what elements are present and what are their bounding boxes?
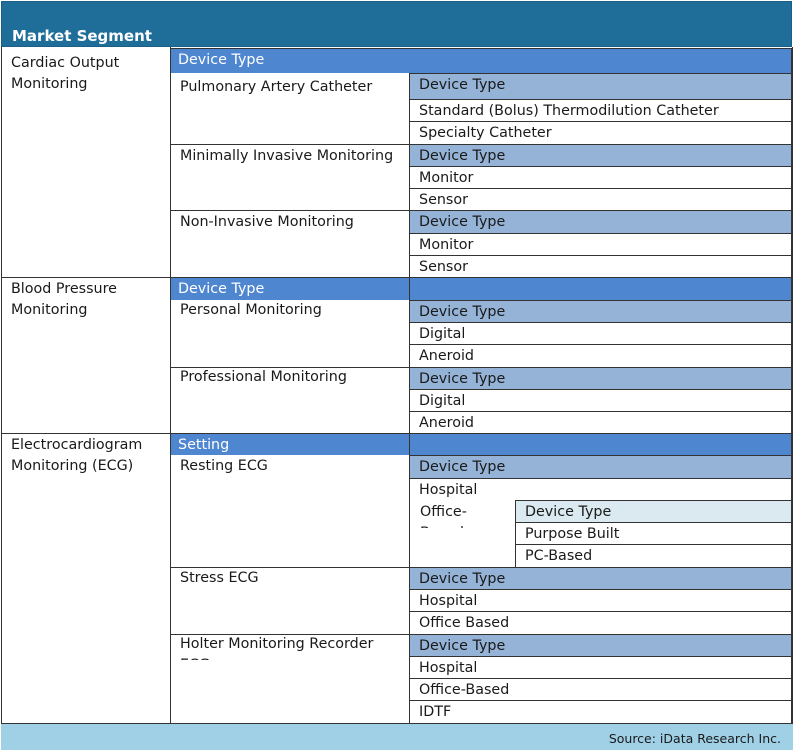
device-type-header: Device Type: [410, 300, 792, 322]
section-label-cardiac-output: Cardiac Output Monitoring: [11, 55, 120, 92]
list-item: Hospital: [410, 478, 792, 500]
subsegment-label: Non-Invasive Monitoring: [180, 214, 354, 230]
subsegment-divider: [170, 144, 410, 145]
table-border-left: [1, 47, 2, 724]
list-item: Aneroid: [410, 411, 792, 433]
section-label-blood-pressure: Blood Pressure Monitoring: [11, 281, 117, 318]
list-item: Purpose Built: [516, 522, 792, 544]
subsegment-divider: [170, 367, 410, 368]
list-item: Aneroid: [410, 344, 792, 367]
device-type-header: Device Type: [410, 144, 792, 166]
device-type-header: Device Type: [410, 73, 792, 99]
list-item: Office Based: [410, 611, 792, 634]
list-item: Sensor: [410, 255, 792, 277]
device-type-header: Device Type: [410, 567, 792, 589]
table-header: Market Segment: [1, 1, 792, 47]
subsegment-label: Personal Monitoring: [180, 302, 322, 318]
subsegment-divider: [170, 634, 410, 635]
section-divider: [1, 277, 170, 278]
list-item: Hospital: [410, 656, 792, 678]
table-header-title: Market Segment: [12, 27, 152, 45]
subsegment-label: Stress ECG: [180, 570, 259, 586]
section-band-cardiac-output: Device Type: [170, 48, 792, 73]
device-type-header: Device Type: [410, 367, 792, 389]
list-item: Office-Based: [410, 678, 792, 700]
list-item: Standard (Bolus) Thermodilution Catheter: [410, 99, 792, 121]
list-item: IDTF: [410, 700, 792, 723]
subsegment-divider: [170, 210, 410, 211]
nested-subsegment-label: Office-Based: [420, 504, 467, 528]
list-item: Digital: [410, 389, 792, 411]
source-credit: Source: iData Research Inc.: [608, 731, 781, 746]
section-label-ecg: Electrocardiogram Monitoring (ECG): [11, 437, 143, 474]
column-divider-section: [170, 47, 171, 724]
list-item: Monitor: [410, 166, 792, 188]
subsegment-label: Minimally Invasive Monitoring: [180, 148, 394, 164]
device-type-header-nested: Device Type: [516, 500, 792, 522]
list-item: Specialty Catheter: [410, 121, 792, 144]
device-type-header: Device Type: [410, 210, 792, 233]
column-divider-nested: [515, 500, 516, 567]
subsegment-divider: [170, 567, 410, 568]
market-segment-table: Market Segment Cardiac Output Monitoring…: [0, 0, 794, 751]
device-type-header: Device Type: [410, 455, 792, 478]
subsegment-label: Resting ECG: [180, 458, 268, 474]
table-footer: Source: iData Research Inc.: [1, 724, 793, 750]
list-item: Hospital: [410, 589, 792, 611]
list-item: Digital: [410, 322, 792, 344]
table-border-right: [792, 47, 793, 724]
list-item: Monitor: [410, 233, 792, 255]
device-type-header: Device Type: [410, 634, 792, 656]
column-divider-subsegment: [409, 73, 410, 724]
subsegment-label: Pulmonary Artery Catheter: [180, 79, 373, 95]
list-item: PC-Based: [516, 544, 792, 567]
list-item: Sensor: [410, 188, 792, 210]
section-divider: [1, 433, 170, 434]
